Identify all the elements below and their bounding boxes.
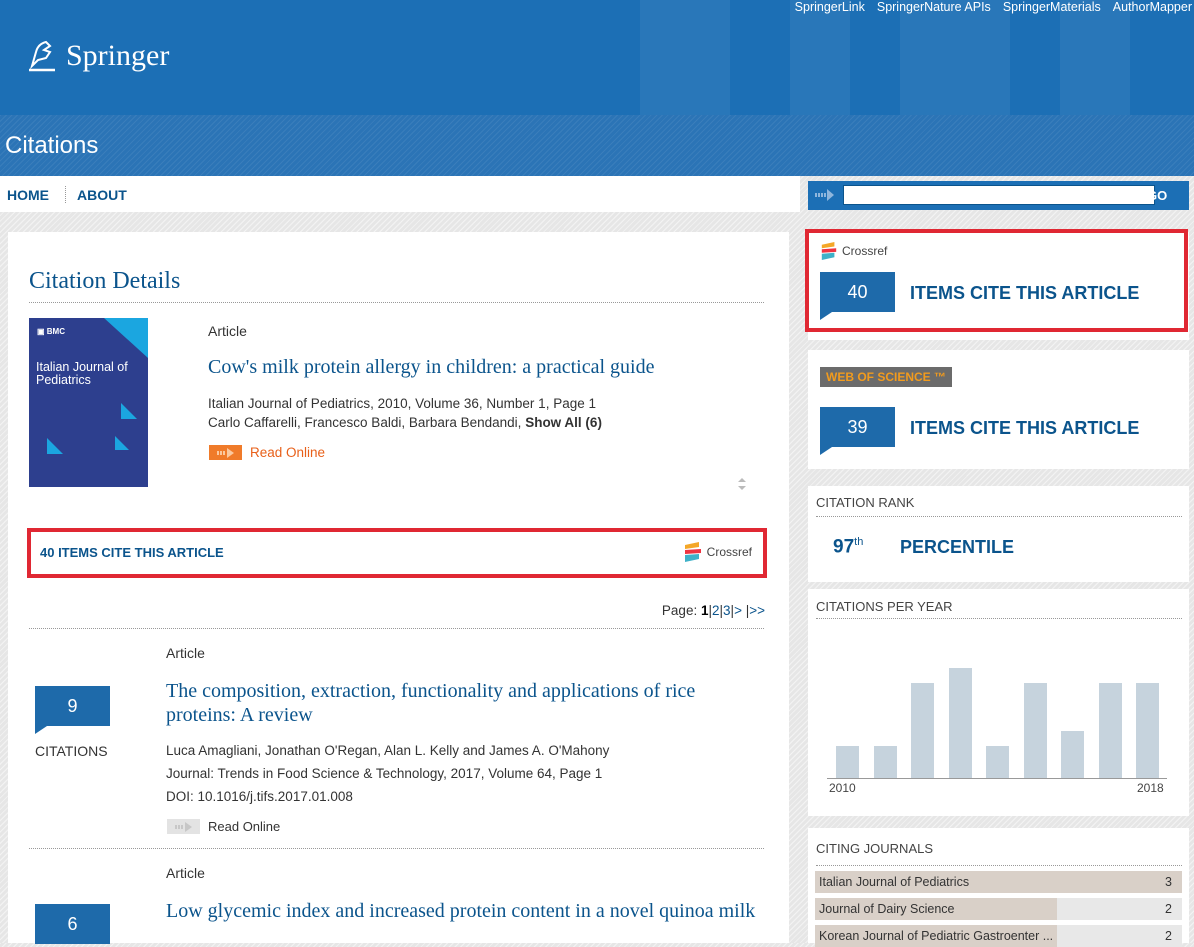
citations-per-year-title: CITATIONS PER YEAR [816, 599, 953, 614]
banner-decoration [790, 0, 850, 115]
rank-value: 97th [833, 536, 864, 558]
journal-count: 2 [1165, 929, 1172, 943]
link-springernature-apis[interactable]: SpringerNature APIs [877, 0, 991, 16]
journal-name: Korean Journal of Pediatric Gastroenter … [819, 929, 1054, 943]
chart-bar-2013 [948, 668, 972, 778]
show-all-authors[interactable]: Show All (6) [525, 415, 602, 430]
page-title: Citation Details [29, 268, 181, 294]
read-online-icon [209, 445, 242, 460]
result-journal: Journal: Trends in Food Science & Techno… [166, 766, 603, 781]
x-axis-end-label: 2018 [1137, 781, 1164, 795]
read-online-icon [167, 819, 200, 834]
arrow-icon [815, 189, 834, 201]
sort-icon[interactable] [737, 477, 747, 491]
article-authors: Carlo Caffarelli, Francesco Baldi, Barba… [208, 415, 602, 430]
result-doi: DOI: 10.1016/j.tifs.2017.01.008 [166, 789, 353, 804]
banner-decoration [1060, 0, 1130, 115]
divider [816, 618, 1182, 619]
page-next[interactable]: > [734, 603, 742, 618]
article-source: Italian Journal of Pediatrics, 2010, Vol… [208, 396, 596, 411]
page-link[interactable]: 3 [723, 603, 731, 618]
badge-tail [35, 726, 47, 734]
citation-count-badge: 6 [35, 904, 110, 944]
divider [29, 302, 764, 303]
result-title[interactable]: Low glycemic index and increased protein… [166, 899, 766, 923]
citing-journal-row[interactable]: Italian Journal of Pediatrics 3 [815, 871, 1182, 893]
citations-label: CITATIONS [35, 743, 108, 759]
link-springerlink[interactable]: SpringerLink [795, 0, 865, 16]
go-button[interactable]: GO [1147, 188, 1167, 203]
cover-publisher: ▣ BMC [37, 327, 65, 336]
citation-count-badge: 9 [35, 686, 110, 726]
citations-per-year-box: CITATIONS PER YEAR [808, 589, 1189, 816]
logo-text: Springer [66, 39, 170, 72]
link-authormapper[interactable]: AuthorMapper [1113, 0, 1192, 16]
badge-tail [820, 447, 832, 455]
section-title-strip: Citations [0, 115, 1194, 176]
cover-journal-title: Italian Journal of Pediatrics [36, 360, 128, 387]
header-banner: SpringerLink SpringerNature APIs Springe… [0, 0, 1194, 176]
journal-cover[interactable]: ▣ BMC Italian Journal of Pediatrics [29, 318, 148, 487]
highlight-box [27, 528, 767, 578]
read-online-label: Read Online [250, 445, 326, 460]
banner-decoration [640, 0, 730, 115]
wos-count-badge: 39 [820, 407, 895, 447]
wos-logo: WEB OF SCIENCE ™ [820, 367, 953, 387]
chart-bar-2016 [1061, 731, 1084, 778]
chart-bar-2012 [911, 683, 934, 778]
result-type: Article [166, 865, 205, 881]
rank-label: PERCENTILE [900, 537, 1015, 557]
read-online-button[interactable]: Read Online [209, 445, 325, 460]
chart-bar-2017 [1098, 683, 1122, 778]
nav-about[interactable]: ABOUT [77, 187, 127, 203]
journal-count: 2 [1165, 902, 1172, 916]
citing-journal-row[interactable]: Korean Journal of Pediatric Gastroenter … [815, 925, 1182, 947]
cover-artwork [47, 318, 148, 454]
search-bar [808, 181, 1189, 210]
banner-decoration [900, 0, 1010, 115]
divider [816, 865, 1182, 866]
highlight-box [805, 229, 1188, 332]
utility-links: SpringerLink SpringerNature APIs Springe… [795, 0, 1194, 16]
nav-home[interactable]: HOME [7, 187, 49, 203]
chart-bar-2015 [1023, 683, 1047, 778]
divider [816, 516, 1182, 517]
page-last[interactable]: >> [749, 603, 765, 618]
citing-journal-row[interactable]: Journal of Dairy Science 2 [815, 898, 1182, 920]
x-axis-start-label: 2010 [829, 781, 856, 795]
wos-cite-link[interactable]: ITEMS CITE THIS ARTICLE [910, 418, 1139, 439]
citation-rank-title: CITATION RANK [816, 495, 915, 510]
journal-count: 3 [1165, 875, 1172, 889]
divider [29, 628, 764, 629]
springer-logo[interactable]: Springer [26, 38, 169, 74]
result-type: Article [166, 645, 205, 661]
springer-horse-icon [29, 40, 55, 72]
section-title: Citations [5, 132, 99, 159]
x-axis-line [827, 778, 1167, 779]
result-authors: Luca Amagliani, Jonathan O'Regan, Alan L… [166, 743, 610, 758]
divider [29, 848, 764, 849]
article-title[interactable]: Cow's milk protein allergy in children: … [208, 355, 654, 379]
read-online-button[interactable]: Read Online [167, 819, 280, 834]
nav-separator [65, 186, 66, 203]
read-online-label: Read Online [208, 819, 281, 834]
page-link[interactable]: 2 [712, 603, 720, 618]
chart-bar-2014 [986, 746, 1009, 778]
result-title[interactable]: The composition, extraction, functionali… [166, 679, 756, 727]
chart-bar-2018 [1136, 683, 1159, 778]
link-springermaterials[interactable]: SpringerMaterials [1003, 0, 1101, 16]
chart-bar-2011 [873, 746, 897, 778]
main-nav: HOME ABOUT [0, 176, 800, 212]
article-type: Article [208, 323, 247, 339]
search-input[interactable] [843, 185, 1155, 205]
citing-journals-title: CITING JOURNALS [816, 841, 934, 856]
chart-bar-2010 [836, 746, 859, 778]
journal-name: Journal of Dairy Science [819, 902, 955, 916]
page-current: 1 [700, 603, 709, 618]
pagination: Page: 1|2|3|> |>> [661, 603, 765, 618]
journal-name: Italian Journal of Pediatrics [819, 875, 970, 889]
citation-rank-box: CITATION RANK [808, 486, 1189, 582]
